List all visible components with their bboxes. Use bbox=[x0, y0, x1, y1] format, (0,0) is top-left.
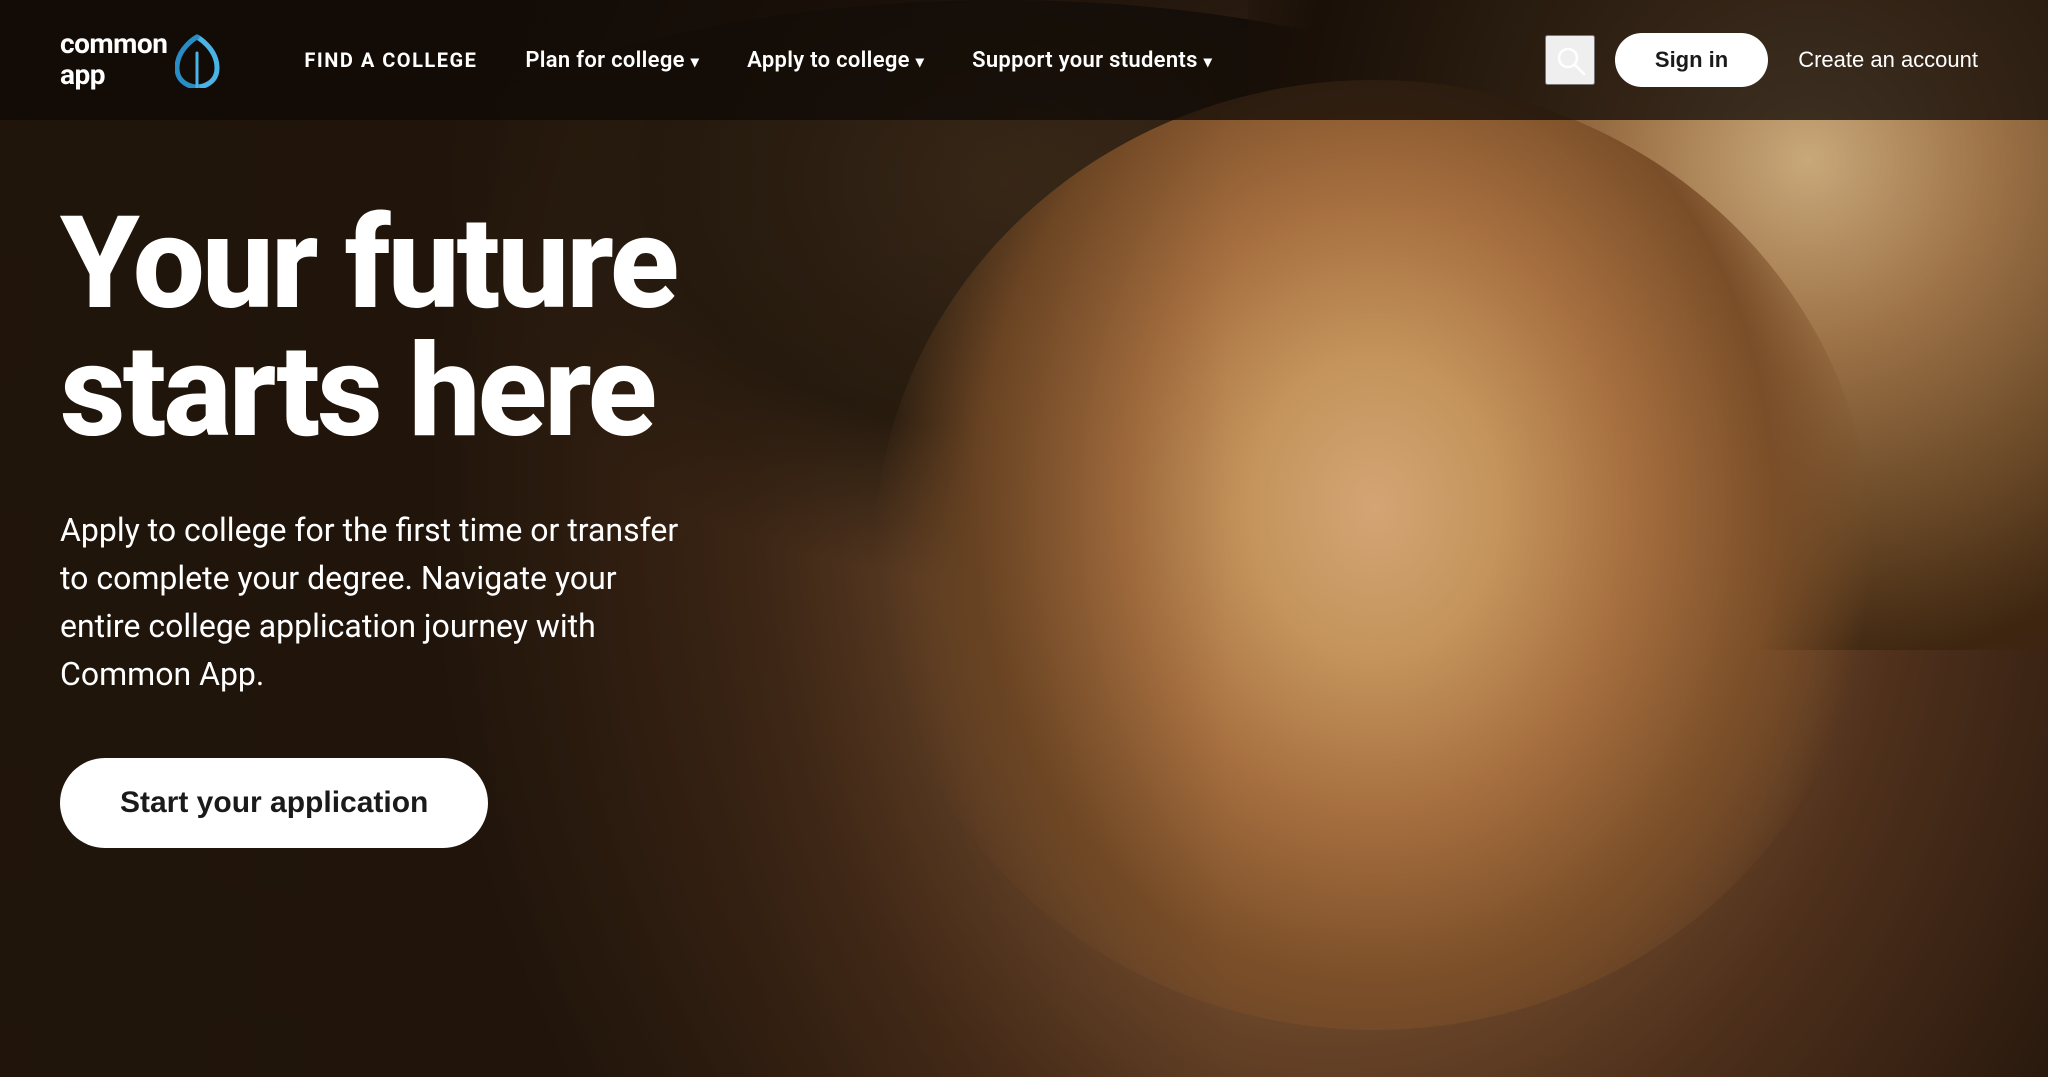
logo-app: app bbox=[60, 60, 167, 91]
navbar: common app FIND A COLLEGE Plan for colle… bbox=[0, 0, 2048, 120]
signin-button[interactable]: Sign in bbox=[1615, 33, 1768, 87]
nav-plan-for-college[interactable]: Plan for college ▾ bbox=[501, 40, 723, 81]
search-icon bbox=[1554, 44, 1586, 76]
start-application-button[interactable]: Start your application bbox=[60, 758, 488, 848]
hero-title: Your future starts here bbox=[60, 200, 840, 456]
logo-link[interactable]: common app bbox=[60, 29, 220, 91]
nav-actions: Sign in Create an account bbox=[1545, 33, 1988, 87]
logo-text: common app bbox=[60, 29, 167, 91]
apply-college-chevron-icon: ▾ bbox=[916, 52, 924, 71]
search-button[interactable] bbox=[1545, 35, 1595, 85]
hero-content: Your future starts here Apply to college… bbox=[60, 200, 840, 848]
support-students-chevron-icon: ▾ bbox=[1204, 52, 1212, 71]
hero-section: common app FIND A COLLEGE Plan for colle… bbox=[0, 0, 2048, 1077]
hero-subtitle: Apply to college for the first time or t… bbox=[60, 506, 700, 698]
nav-apply-to-college[interactable]: Apply to college ▾ bbox=[723, 40, 948, 81]
nav-items: FIND A COLLEGE Plan for college ▾ Apply … bbox=[280, 40, 1236, 81]
create-account-button[interactable]: Create an account bbox=[1788, 33, 1988, 87]
nav-find-college[interactable]: FIND A COLLEGE bbox=[280, 40, 501, 80]
nav-support-students[interactable]: Support your students ▾ bbox=[948, 40, 1236, 81]
plan-college-chevron-icon: ▾ bbox=[691, 52, 699, 71]
logo-icon bbox=[175, 33, 220, 88]
logo-common: common bbox=[60, 29, 167, 60]
